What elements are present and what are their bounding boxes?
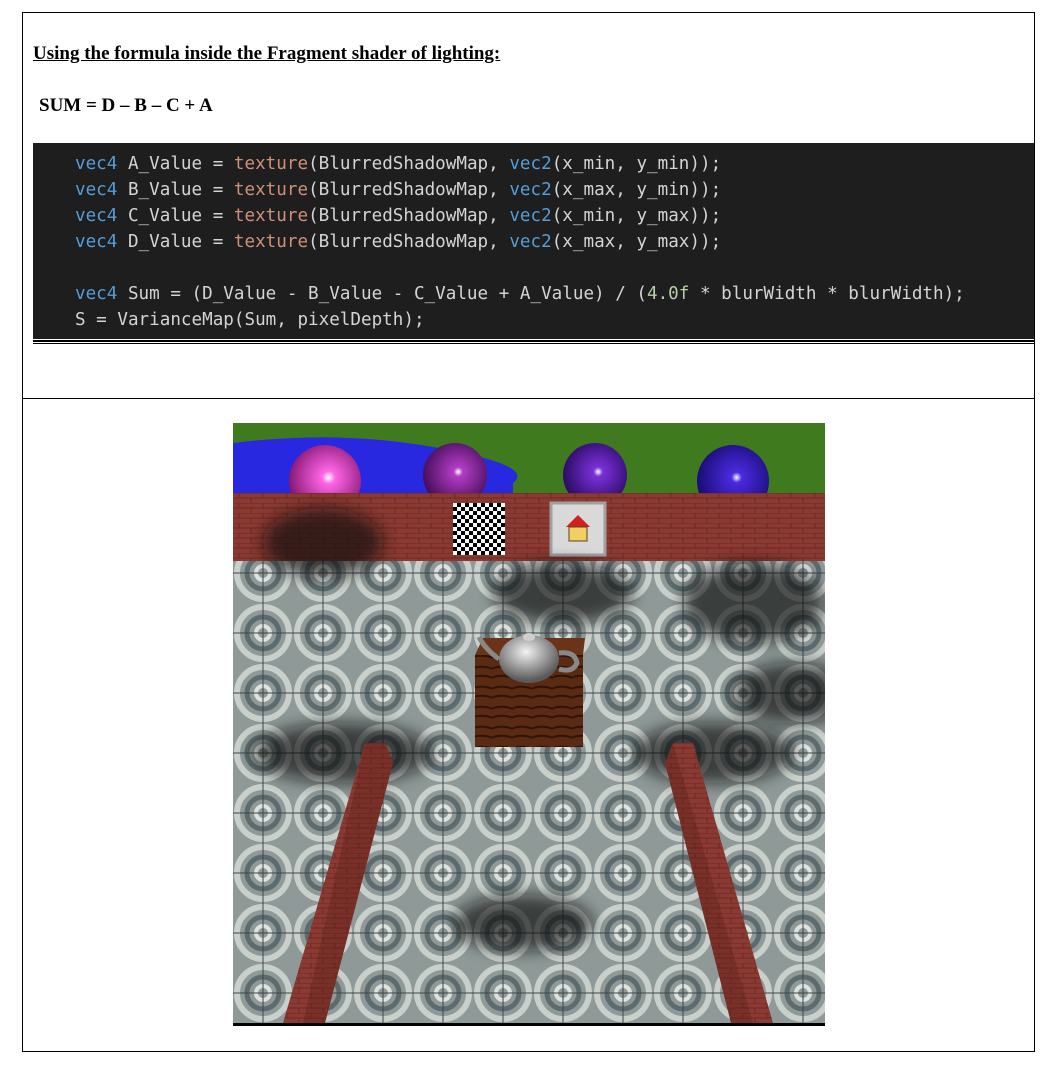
- code-token: vec4: [75, 154, 118, 174]
- code-token: B_Value =: [117, 180, 234, 200]
- code-token: (x_min, y_min));: [551, 154, 722, 174]
- code-token: texture: [233, 180, 309, 200]
- code-token: Sum = (D_Value - B_Value - C_Value + A_V…: [117, 284, 647, 304]
- code-token: A_Value =: [117, 154, 234, 174]
- code-token: 4.0f: [647, 284, 690, 304]
- code-line: vec4 C_Value = texture(BlurredShadowMap,…: [75, 203, 721, 229]
- code-token: vec4: [75, 284, 118, 304]
- code-token: vec2: [509, 154, 552, 174]
- code-token: D_Value =: [117, 232, 234, 252]
- code-token: texture: [233, 232, 309, 252]
- code-token: (BlurredShadowMap,: [308, 154, 510, 174]
- code-token: S = VarianceMap(Sum, pixelDepth);: [75, 310, 425, 330]
- code-token: vec2: [509, 206, 552, 226]
- code-line: vec4 Sum = (D_Value - B_Value - C_Value …: [75, 281, 965, 307]
- scene-svg: [233, 423, 825, 1023]
- rendered-scene-image: [233, 423, 825, 1023]
- code-token: (BlurredShadowMap,: [308, 206, 510, 226]
- table-row-code: Using the formula inside the Fragment sh…: [23, 13, 1034, 399]
- code-line: vec4 A_Value = texture(BlurredShadowMap,…: [75, 151, 721, 177]
- code-token: vec2: [509, 232, 552, 252]
- code-token: vec4: [75, 206, 118, 226]
- document-table: Using the formula inside the Fragment sh…: [22, 12, 1035, 1052]
- code-token: vec4: [75, 232, 118, 252]
- code-token: C_Value =: [117, 206, 234, 226]
- code-line: S = VarianceMap(Sum, pixelDepth);: [75, 307, 425, 333]
- code-token: (BlurredShadowMap,: [308, 232, 510, 252]
- code-token: * blurWidth * blurWidth);: [689, 284, 965, 304]
- code-token: (x_max, y_max));: [551, 232, 722, 252]
- code-line: vec4 D_Value = texture(BlurredShadowMap,…: [75, 229, 721, 255]
- checkerboard-picture: [453, 503, 505, 555]
- section-heading: Using the formula inside the Fragment sh…: [33, 43, 501, 64]
- code-token: (BlurredShadowMap,: [308, 180, 510, 200]
- code-line: vec4 B_Value = texture(BlurredShadowMap,…: [75, 177, 721, 203]
- code-block: vec4 A_Value = texture(BlurredShadowMap,…: [33, 143, 1034, 339]
- code-underline-rule: [33, 340, 1034, 344]
- code-token: vec4: [75, 180, 118, 200]
- image-underline-rule: [233, 1023, 825, 1026]
- teapot: [499, 635, 559, 683]
- code-token: (x_min, y_max));: [551, 206, 722, 226]
- code-token: texture: [233, 154, 309, 174]
- code-token: vec2: [509, 180, 552, 200]
- code-token: (x_max, y_min));: [551, 180, 722, 200]
- formula-text: SUM = D – B – C + A: [39, 95, 213, 116]
- code-token: texture: [233, 206, 309, 226]
- table-row-screenshot: [23, 399, 1034, 1051]
